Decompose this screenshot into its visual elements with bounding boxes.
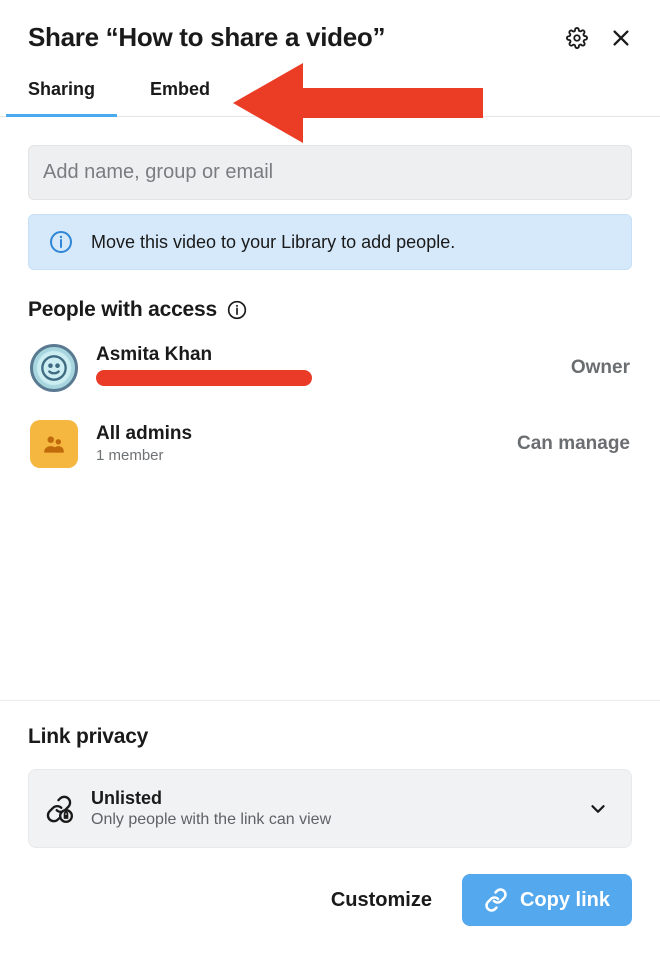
info-icon [49, 230, 73, 254]
people-section-title: People with access [28, 298, 217, 322]
avatar [30, 420, 78, 468]
info-icon[interactable] [227, 300, 247, 320]
customize-button[interactable]: Customize [319, 877, 444, 924]
person-row-admins: All admins 1 member Can manage [28, 412, 632, 476]
add-people-input[interactable] [28, 145, 632, 200]
content-area: Move this video to your Library to add p… [0, 117, 660, 700]
share-modal: Share “How to share a video” Sharing Emb… [0, 0, 660, 954]
modal-title: Share “How to share a video” [28, 22, 385, 53]
copy-link-button[interactable]: Copy link [462, 874, 632, 926]
library-notice: Move this video to your Library to add p… [28, 214, 632, 270]
tabs-container: Sharing Embed [0, 79, 660, 117]
people-section-header: People with access [28, 298, 632, 322]
member-count: 1 member [96, 447, 499, 464]
privacy-option-name: Unlisted [91, 788, 569, 809]
link-privacy-section: Link privacy Unlisted Only people with t… [0, 701, 660, 954]
users-icon [41, 431, 67, 457]
tab-embed[interactable]: Embed [150, 79, 210, 116]
link-icon [484, 888, 508, 912]
close-icon [610, 27, 632, 49]
copy-link-label: Copy link [520, 889, 610, 912]
close-button[interactable] [610, 27, 632, 49]
modal-header: Share “How to share a video” [0, 0, 660, 53]
gear-icon [566, 27, 588, 49]
role-label: Owner [571, 357, 630, 379]
link-privacy-title: Link privacy [28, 725, 632, 749]
redacted-email [96, 370, 312, 386]
settings-button[interactable] [566, 27, 588, 49]
people-list: Asmita Khan Owner All admins 1 membe [28, 336, 632, 476]
person-meta: All admins 1 member [96, 424, 499, 464]
person-name: All admins [96, 424, 499, 445]
person-name: Asmita Khan [96, 345, 553, 366]
avatar [30, 344, 78, 392]
privacy-option-desc: Only people with the link can view [91, 811, 569, 829]
privacy-selector[interactable]: Unlisted Only people with the link can v… [28, 769, 632, 848]
tabs: Sharing Embed [0, 79, 660, 116]
notice-text: Move this video to your Library to add p… [91, 232, 455, 253]
privacy-meta: Unlisted Only people with the link can v… [91, 788, 569, 829]
chevron-down-icon [587, 798, 609, 820]
footer-actions: Customize Copy link [28, 874, 632, 926]
person-row-owner: Asmita Khan Owner [28, 336, 632, 400]
header-icons [566, 27, 632, 49]
role-label[interactable]: Can manage [517, 433, 630, 455]
link-lock-icon [45, 795, 73, 823]
person-meta: Asmita Khan [96, 345, 553, 391]
tab-sharing[interactable]: Sharing [28, 79, 95, 116]
